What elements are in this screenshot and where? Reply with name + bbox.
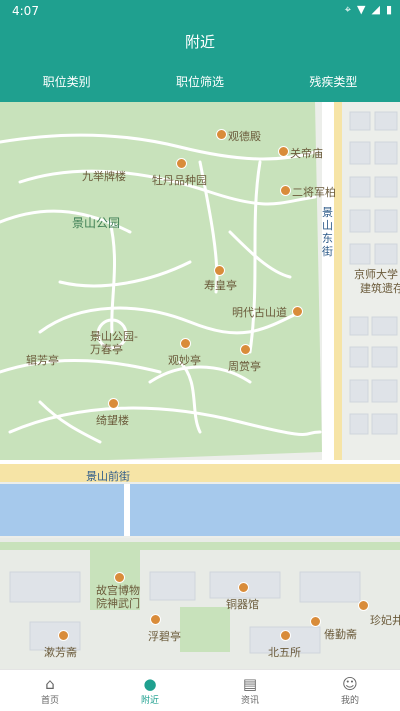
filter-job-category[interactable]: 职位类别	[0, 62, 133, 102]
label-erjiangjun: 二将军柏	[292, 186, 336, 199]
poi-marker-tongqiguan[interactable]	[238, 582, 249, 593]
home-icon: ⌂	[45, 675, 55, 693]
map-view[interactable]: 观德殿 关帝庙 九举牌楼 牡丹品种园 二将军柏 景山公园 景山东街 寿皇亭 京师…	[0, 102, 400, 669]
app-header: 附近	[0, 22, 400, 62]
filter-job-screening[interactable]: 职位筛选	[133, 62, 266, 102]
news-icon: ▤	[242, 675, 258, 693]
label-shouhuangting: 寿皇亭	[204, 279, 237, 292]
filter-bar: 职位类别 职位筛选 残疾类型	[0, 62, 400, 102]
poi-marker-fubiting[interactable]	[150, 614, 161, 625]
poi-marker-guanmiaoting[interactable]	[180, 338, 191, 349]
label-jianfangzhai: 漱芳斋	[44, 646, 77, 659]
battery-icon: ▮	[385, 3, 392, 16]
bottom-navigation: ⌂ 首页 ● 附近 ▤ 资讯 ☺ 我的	[0, 669, 400, 711]
label-jingshan-park: 景山公园	[72, 216, 121, 230]
label-juanqinzhai: 倦勤斋	[324, 628, 357, 641]
page-title: 附近	[184, 33, 215, 51]
poi-marker-mingdai[interactable]	[292, 306, 303, 317]
nav-news[interactable]: ▤ 资讯	[200, 670, 300, 711]
poi-marker-zhenfei[interactable]	[358, 600, 369, 611]
nav-profile[interactable]: ☺ 我的	[300, 670, 400, 711]
label-fubiting: 浮碧亭	[148, 630, 181, 643]
poi-marker-beiwusuo[interactable]	[280, 630, 291, 641]
nav-profile-label: 我的	[340, 696, 359, 706]
label-gugong-shenwumen: 故宫博物院神武门	[96, 584, 140, 610]
poi-marker-guandedian[interactable]	[216, 129, 227, 140]
poi-marker-qiwanglou[interactable]	[108, 398, 119, 409]
user-icon: ☺	[342, 675, 358, 693]
poi-marker-zhoushangting[interactable]	[240, 344, 251, 355]
nav-nearby-label: 附近	[140, 696, 159, 706]
label-qiwanglou: 绮望楼	[96, 414, 129, 427]
label-jianzhu: 建筑遗存	[360, 282, 400, 295]
location-pin-icon: ●	[143, 675, 157, 693]
nav-home-label: 首页	[40, 696, 59, 706]
wifi-icon: ▼	[357, 3, 366, 16]
label-zhenfei: 珍妃井	[370, 614, 400, 627]
poi-marker-erjiangjun[interactable]	[280, 185, 291, 196]
label-wanchunting: 景山公园-万春亭	[90, 330, 138, 356]
label-jifangting: 辑芳亭	[26, 354, 59, 367]
label-guandedian: 观德殿	[228, 130, 261, 143]
poi-marker-gugong[interactable]	[114, 572, 125, 583]
label-jingshan-east-street: 景山东街	[322, 206, 333, 258]
poi-marker-juanqinzhai[interactable]	[310, 616, 321, 627]
poi-marker-jianfangzhai[interactable]	[58, 630, 69, 641]
poi-marker-guandimiao[interactable]	[278, 146, 289, 157]
label-jingshan-front-street: 景山前街	[86, 470, 130, 483]
status-bar: 4:07 ⌖ ▼ ◢ ▮	[0, 0, 400, 22]
label-jiujuchanglou: 九举牌楼	[82, 170, 126, 183]
signal-icon: ◢	[371, 3, 380, 16]
poi-marker-mudan[interactable]	[176, 158, 187, 169]
status-time: 4:07	[12, 4, 39, 18]
label-guandimiao: 关帝庙	[290, 147, 323, 160]
status-icons: ⌖ ▼ ◢ ▮	[345, 4, 392, 16]
nav-news-label: 资讯	[240, 696, 259, 706]
label-guanmiaoting: 观妙亭	[168, 354, 201, 367]
label-beiwusuo: 北五所	[268, 646, 301, 659]
poi-marker-shouhuangting[interactable]	[214, 265, 225, 276]
filter-disability-type[interactable]: 残疾类型	[267, 62, 400, 102]
label-tongqiguan: 铜器馆	[226, 598, 259, 611]
label-mingdai-road: 明代古山道	[232, 306, 287, 319]
label-zhoushangting: 周赏亭	[228, 360, 261, 373]
nav-nearby[interactable]: ● 附近	[100, 670, 200, 711]
location-status-icon: ⌖	[344, 3, 351, 16]
nav-home[interactable]: ⌂ 首页	[0, 670, 100, 711]
label-mudan-garden: 牡丹品种园	[152, 174, 207, 187]
